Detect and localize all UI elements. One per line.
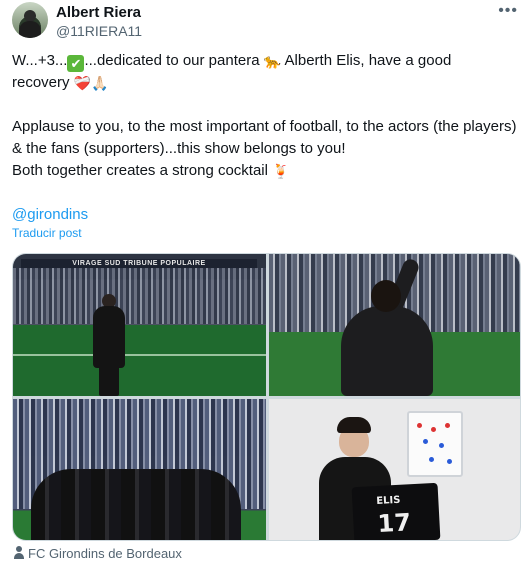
avatar[interactable]: [12, 2, 48, 38]
board-dot: [423, 439, 428, 444]
photo-team-huddle[interactable]: [13, 399, 266, 540]
author-handle[interactable]: @11RIERA11: [56, 22, 142, 40]
photo-stadium-back-view[interactable]: VIRAGE SUD TRIBUNE POPULAIRE: [13, 254, 266, 396]
board-dot: [429, 457, 434, 462]
board-dot: [445, 423, 450, 428]
team-huddle: [31, 469, 241, 540]
tweet-text: W...+3... ✔ ...dedicated to our pantera 🐆 …: [12, 50, 517, 226]
more-horizontal-icon[interactable]: •••: [498, 2, 518, 20]
tactics-board: [407, 411, 463, 477]
media-grid: VIRAGE SUD TRIBUNE POPULAIRE ELIS 17: [12, 253, 521, 541]
text-segment: ...dedicated to our pantera: [84, 52, 264, 69]
person-tag-icon: [14, 546, 24, 559]
text-segment: Both together creates a strong cocktail: [12, 162, 273, 179]
board-dot: [439, 443, 444, 448]
translate-post-link[interactable]: Traducir post: [12, 226, 82, 240]
shirt-name: ELIS: [376, 494, 401, 508]
check-mark-icon: ✔: [67, 55, 85, 72]
heart-pray-emoji: ❤️‍🩹🙏🏻: [73, 75, 109, 91]
tweet-line-1: W...+3... ✔ ...dedicated to our pantera 🐆 …: [12, 50, 517, 72]
tweet-paragraph-2: Applause to you, to the most important o…: [12, 118, 517, 157]
coach-body: [341, 306, 433, 396]
board-dot: [417, 423, 422, 428]
photo-player-shirt[interactable]: ELIS 17: [269, 399, 520, 540]
tweet-line-2: recovery ❤️‍🩹🙏🏻: [12, 72, 517, 94]
board-dot: [431, 427, 436, 432]
player-hair: [337, 417, 371, 433]
held-shirt: ELIS 17: [351, 482, 441, 540]
text-segment: Alberth Elis, have a good: [281, 52, 452, 69]
leopard-emoji: 🐆: [263, 53, 282, 69]
avatar-body: [19, 21, 41, 38]
cocktail-emoji: 🍹: [272, 163, 290, 179]
board-dot: [447, 459, 452, 464]
author-display-name[interactable]: Albert Riera: [56, 3, 142, 22]
photo-coach-applauding[interactable]: [269, 254, 520, 396]
coach-head: [371, 280, 401, 312]
tagged-label[interactable]: FC Girondins de Bordeaux: [28, 546, 182, 561]
field-line: [13, 354, 266, 356]
author-names[interactable]: Albert Riera @11RIERA11: [56, 3, 142, 40]
shirt-number: 17: [376, 508, 412, 538]
coach-body: [93, 306, 125, 368]
text-segment: recovery: [12, 74, 74, 91]
tweet-paragraph-3: Both together creates a strong cocktail …: [12, 160, 517, 182]
text-segment: W...+3...: [12, 52, 68, 69]
tweet-header: Albert Riera @11RIERA11 •••: [12, 2, 520, 42]
tagged-location[interactable]: FC Girondins de Bordeaux: [14, 546, 182, 562]
mention-link[interactable]: @girondins: [12, 206, 88, 223]
crowd: [13, 268, 266, 324]
coach-legs: [99, 366, 119, 396]
